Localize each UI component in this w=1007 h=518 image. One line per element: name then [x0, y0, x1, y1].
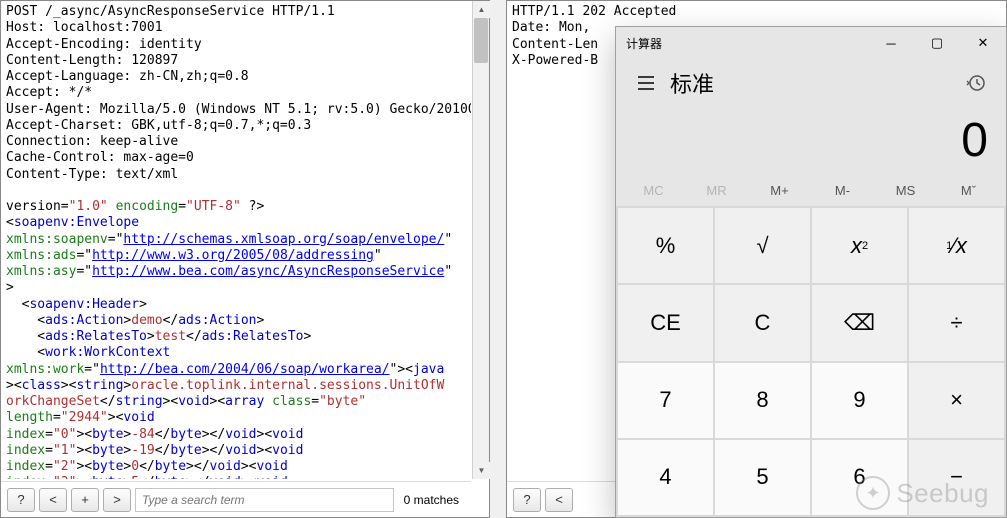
calc-keypad: %√x21⁄x CEC⌫÷ 789× 456−: [616, 206, 1006, 517]
help-button[interactable]: ?: [513, 488, 541, 512]
calc-digit-8-button[interactable]: 8: [715, 363, 810, 438]
calc-divide-button[interactable]: ÷: [909, 285, 1004, 360]
scrollbar-thumb[interactable]: [474, 18, 488, 63]
memory-mr-button: MR: [685, 183, 748, 198]
titlebar[interactable]: 计算器 ─ ▢ ✕: [616, 27, 1006, 59]
help-button[interactable]: ?: [7, 488, 35, 512]
calc-multiply-button[interactable]: ×: [909, 363, 1004, 438]
calc-minus-button[interactable]: −: [909, 440, 1004, 515]
add-button[interactable]: +: [71, 488, 99, 512]
memory-m-button[interactable]: Mˇ: [937, 183, 1000, 198]
calc-digit-4-button[interactable]: 4: [618, 440, 713, 515]
calc-header: 标准: [616, 59, 1006, 103]
calculator-window: 计算器 ─ ▢ ✕ 标准 0 MCMRM+M-MSMˇ %√x21⁄x CEC⌫÷…: [615, 26, 1007, 518]
calc-clear-entry-button[interactable]: CE: [618, 285, 713, 360]
calc-digit-9-button[interactable]: 9: [812, 363, 907, 438]
memory-mc-button: MC: [622, 183, 685, 198]
request-editor[interactable]: POST /_async/AsyncResponseService HTTP/1…: [2, 2, 471, 479]
search-bar: ? < + > 0 matches: [1, 481, 471, 517]
memory-ms-button[interactable]: MS: [874, 183, 937, 198]
calc-clear-button[interactable]: C: [715, 285, 810, 360]
close-button[interactable]: ✕: [960, 28, 1006, 58]
next-match-button[interactable]: >: [103, 488, 131, 512]
memory-m-button[interactable]: M-: [811, 183, 874, 198]
request-pane: POST /_async/AsyncResponseService HTTP/1…: [0, 0, 490, 518]
calc-percent-button[interactable]: %: [618, 208, 713, 283]
maximize-button[interactable]: ▢: [914, 28, 960, 58]
history-icon[interactable]: [960, 67, 992, 99]
scroll-up-icon[interactable]: ▲: [473, 1, 490, 18]
minimize-button[interactable]: ─: [868, 28, 914, 58]
search-input[interactable]: [135, 488, 394, 512]
calc-display: 0: [616, 103, 1006, 174]
calc-backspace-button[interactable]: ⌫: [812, 285, 907, 360]
calc-reciprocal-button[interactable]: 1⁄x: [909, 208, 1004, 283]
calc-sqrt-button[interactable]: √: [715, 208, 810, 283]
memory-m-button[interactable]: M+: [748, 183, 811, 198]
mode-label: 标准: [670, 67, 714, 99]
match-count-label: 0 matches: [398, 493, 465, 507]
menu-button[interactable]: [630, 67, 662, 99]
scroll-down-icon[interactable]: ▼: [473, 462, 490, 479]
calc-digit-7-button[interactable]: 7: [618, 363, 713, 438]
vertical-scrollbar[interactable]: ▲ ▼: [472, 1, 489, 479]
calc-digit-5-button[interactable]: 5: [715, 440, 810, 515]
calc-digit-6-button[interactable]: 6: [812, 440, 907, 515]
memory-row: MCMRM+M-MSMˇ: [616, 174, 1006, 206]
calc-square-button[interactable]: x2: [812, 208, 907, 283]
window-title: 计算器: [626, 35, 662, 52]
prev-match-button[interactable]: <: [545, 488, 573, 512]
prev-match-button[interactable]: <: [39, 488, 67, 512]
